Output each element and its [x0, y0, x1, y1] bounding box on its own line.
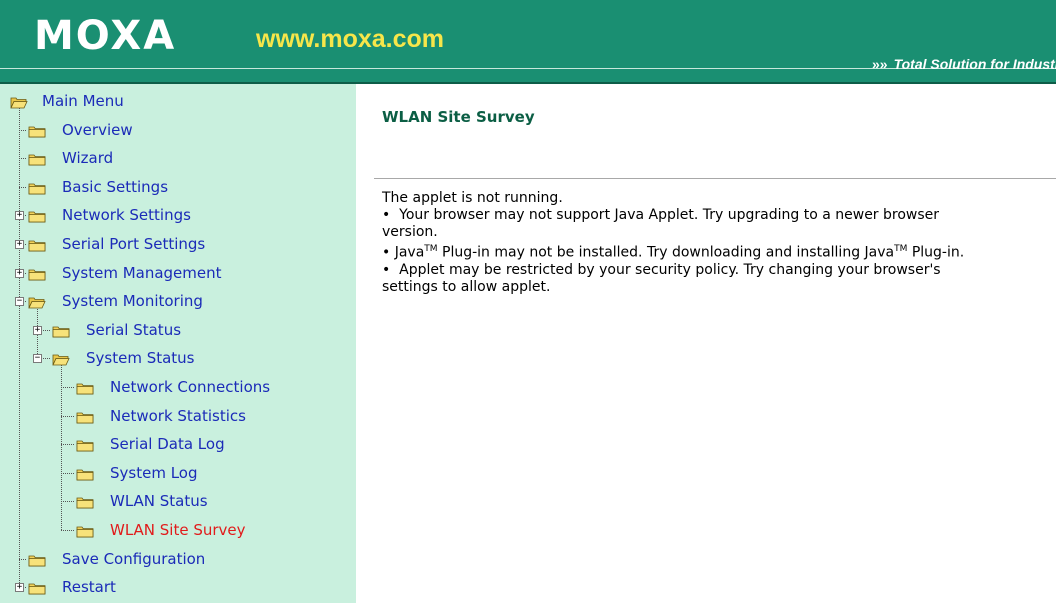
sidebar-item-basic-settings[interactable]: Basic Settings: [0, 176, 356, 198]
sidebar-item-label: System Status: [86, 349, 195, 368]
java-text: Java: [394, 244, 425, 261]
folder-icon: [28, 180, 46, 195]
sidebar-item-serial-status[interactable]: + Serial Status: [0, 319, 356, 341]
open-folder-icon: [10, 94, 28, 109]
sidebar-item-label: Save Configuration: [62, 549, 206, 568]
sidebar-item-system-monitoring[interactable]: − System Monitoring: [0, 290, 356, 312]
expand-icon[interactable]: +: [15, 268, 24, 278]
sidebar-item-label: Wizard: [62, 149, 114, 168]
tree-branch-line: [61, 501, 74, 503]
tree-branch-line: [19, 558, 26, 560]
folder-icon: [76, 523, 94, 538]
folder-icon: [52, 323, 70, 338]
tree-branch-line: [19, 129, 26, 131]
sidebar-item-wlan-status[interactable]: WLAN Status: [0, 490, 356, 512]
expand-icon[interactable]: +: [33, 325, 42, 335]
sidebar-item-wlan-site-survey[interactable]: WLAN Site Survey: [0, 519, 356, 541]
sidebar-item-label: Serial Port Settings: [62, 235, 206, 253]
sidebar-item-system-status[interactable]: − System Status: [0, 347, 356, 369]
tree-branch-line: [61, 472, 74, 474]
sidebar-item-label: Main Menu: [42, 92, 124, 110]
sidebar-item-system-management[interactable]: + System Management: [0, 262, 356, 284]
folder-icon: [28, 266, 46, 280]
message-line: The applet is not running.: [382, 190, 563, 206]
folder-icon: [28, 123, 46, 137]
sidebar-item-label: Overview: [62, 120, 133, 139]
open-folder-icon: [28, 294, 46, 309]
trademark: TM: [894, 244, 908, 254]
sidebar-item-label: Basic Settings: [62, 177, 169, 196]
bullet-text: Plug-in.: [911, 244, 965, 261]
message-continuation: version.: [382, 224, 438, 240]
folder-icon: [28, 580, 46, 595]
sidebar-item-serial-port-settings[interactable]: + Serial Port Settings: [0, 233, 356, 255]
sidebar-item-label: System Monitoring: [62, 292, 203, 311]
bullet-text: Applet may be restricted by your securit…: [399, 261, 941, 278]
sidebar-item-label: Network Settings: [62, 206, 191, 225]
message-bullet-3: • Applet may be restricted by your secur…: [382, 262, 1056, 279]
sidebar-item-label: System Log: [110, 463, 198, 482]
sidebar-item-label: Network Connections: [110, 378, 271, 396]
sidebar-item-label: Serial Data Log: [110, 435, 225, 454]
sidebar-item-network-settings[interactable]: + Network Settings: [0, 204, 356, 226]
applet-message: The applet is not running. • Your browse…: [382, 190, 1056, 296]
tree-branch-line: [19, 158, 26, 160]
sidebar-item-label: Serial Status: [86, 320, 182, 339]
sidebar-tree: Main Menu Overview Wizard Basic Settings + Ne…: [0, 84, 356, 603]
expand-icon[interactable]: +: [15, 240, 24, 249]
trademark: TM: [424, 244, 438, 254]
folder-icon: [28, 552, 46, 566]
collapse-icon[interactable]: −: [15, 297, 24, 307]
folder-icon: [28, 208, 46, 223]
sidebar-item-label: WLAN Status: [110, 492, 208, 511]
sidebar-item-restart[interactable]: + Restart: [0, 576, 356, 598]
bullet-text: Plug-in may not be installed. Try downlo…: [442, 244, 895, 261]
tree-branch-line: [61, 415, 74, 417]
folder-icon: [76, 466, 94, 481]
sidebar-item-wizard[interactable]: Wizard: [0, 147, 356, 169]
moxa-logo: MOXA: [34, 13, 177, 59]
sidebar-item-label: Restart: [62, 578, 116, 597]
sidebar-item-overview[interactable]: Overview: [0, 119, 356, 141]
sidebar-item-network-connections[interactable]: Network Connections: [0, 376, 356, 398]
content-divider: [374, 178, 1056, 179]
message-bullet-2: • JavaTM Plug-in may not be installed. T…: [382, 241, 1056, 262]
sidebar-item-system-log[interactable]: System Log: [0, 462, 356, 484]
tree-branch-line: [19, 186, 26, 188]
tree-branch-line: [61, 530, 74, 531]
sidebar-item-network-statistics[interactable]: Network Statistics: [0, 405, 356, 427]
tagline: »» Total Solution for Industrial Device N…: [872, 54, 1056, 74]
sidebar-item-serial-data-log[interactable]: Serial Data Log: [0, 433, 356, 455]
sidebar-item-label: System Management: [62, 263, 222, 282]
tree-branch-line: [61, 444, 74, 446]
double-chevron-icon: »»: [872, 56, 888, 72]
bullet: •: [382, 207, 391, 223]
folder-icon: [76, 494, 94, 509]
folder-icon: [76, 380, 94, 395]
folder-icon: [76, 437, 94, 452]
sidebar-item-save-configuration[interactable]: Save Configuration: [0, 548, 356, 570]
sidebar-item-label: WLAN Site Survey: [110, 521, 246, 539]
folder-icon: [28, 237, 46, 252]
folder-icon: [76, 409, 94, 423]
page-title: WLAN Site Survey: [382, 108, 535, 126]
sidebar-item-label: Network Statistics: [110, 406, 246, 425]
collapse-icon[interactable]: −: [33, 354, 42, 364]
open-folder-icon: [52, 351, 70, 366]
message-continuation: settings to allow applet.: [382, 278, 551, 295]
expand-icon[interactable]: +: [15, 211, 24, 221]
bullet-text: Your browser may not support Java Applet…: [399, 207, 940, 223]
folder-icon: [28, 151, 46, 166]
bullet: •: [382, 261, 391, 278]
tree-branch-line: [61, 387, 74, 388]
bullet: •: [382, 244, 391, 261]
moxa-url: www.moxa.com: [256, 25, 445, 53]
header-banner: MOXA www.moxa.com »» Total Solution for I…: [0, 0, 1056, 84]
expand-icon[interactable]: +: [15, 583, 24, 593]
tagline-text: Total Solution for Industrial Device Net…: [893, 56, 1056, 72]
message-bullet-1: • Your browser may not support Java Appl…: [382, 207, 1056, 224]
